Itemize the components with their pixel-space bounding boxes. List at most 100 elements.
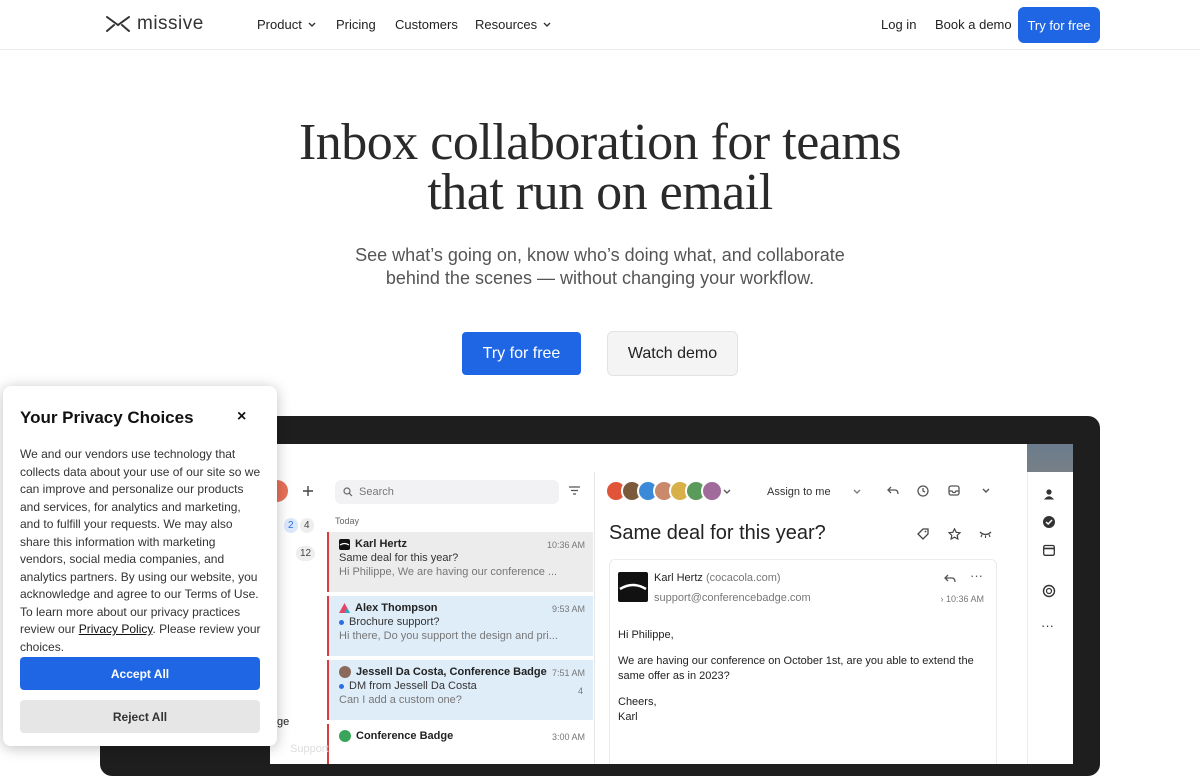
nav-pricing[interactable]: Pricing — [336, 17, 376, 32]
conversation-row[interactable]: Karl Hertz 10:36 AM Same deal for this y… — [327, 532, 593, 592]
sender-org: (cocacola.com) — [705, 572, 781, 584]
close-icon[interactable]: × — [237, 408, 246, 426]
message-signature: Karl — [618, 711, 638, 723]
clock-icon[interactable] — [917, 485, 929, 497]
conversation-row[interactable]: Jessell Da Costa, Conference Badge 7:51 … — [327, 660, 593, 720]
message-greeting: Hi Philippe, — [618, 629, 674, 641]
inbox-icon[interactable] — [948, 485, 960, 496]
hero-title-line1: Inbox collaboration for teams — [298, 114, 902, 171]
left-partial-label: Support — [290, 743, 329, 755]
privacy-policy-link[interactable]: Privacy Policy — [79, 622, 153, 636]
conference-badge-logo-icon — [618, 572, 648, 602]
chevron-down-icon — [308, 22, 316, 27]
chevron-down-icon[interactable] — [853, 489, 861, 495]
conversation-toolbar: Assign to me — [595, 472, 1027, 512]
row-preview: Hi there, Do you support the design and … — [339, 630, 558, 642]
avatar — [339, 666, 351, 678]
snooze-icon[interactable] — [979, 530, 992, 538]
nav-resources-label: Resources — [475, 17, 538, 32]
row-time: 7:51 AM — [551, 668, 585, 678]
book-demo-label: Book a demo — [935, 17, 1012, 32]
search-placeholder: Search — [359, 486, 394, 498]
nav-customers[interactable]: Customers — [395, 17, 458, 32]
search-input[interactable]: Search — [335, 480, 559, 504]
conversation-row[interactable]: Conference Badge 3:00 AM — [327, 724, 593, 764]
nav-resources[interactable]: Resources — [475, 17, 551, 32]
row-time: 10:36 AM — [546, 540, 585, 550]
nav-product-label: Product — [257, 17, 302, 32]
row-from: Jessell Da Costa, Conference Badge — [356, 666, 547, 678]
triangle-logo-icon — [339, 603, 350, 613]
message-time: › 10:36 AM — [940, 594, 984, 604]
message-sender: Karl Hertz (cocacola.com) — [654, 572, 781, 584]
privacy-title: Your Privacy Choices — [20, 408, 194, 427]
missive-logo-icon — [106, 16, 130, 32]
row-time: 3:00 AM — [551, 732, 585, 742]
count-badge: 2 — [284, 518, 298, 533]
row-from: Alex Thompson — [355, 602, 438, 614]
row-count: 4 — [577, 686, 583, 696]
login-link[interactable]: Log in — [881, 17, 916, 32]
hero-subtitle-line1: See what’s going on, know who’s doing wh… — [355, 245, 845, 265]
privacy-text-body: We and our vendors use technology that c… — [20, 447, 261, 636]
top-nav: missive Product Pricing Customers Resour… — [0, 0, 1200, 50]
message-body: Hi Philippe, We are having our conferenc… — [618, 628, 994, 725]
accept-all-button[interactable]: Accept All — [20, 657, 260, 690]
star-icon[interactable] — [948, 528, 961, 540]
conversation-row[interactable]: Alex Thompson 9:53 AM Brochure support? … — [327, 596, 593, 656]
hero-title: Inbox collaboration for teams that run o… — [0, 114, 1200, 221]
check-circle-icon[interactable] — [1043, 516, 1055, 528]
chevron-down-icon[interactable] — [982, 488, 990, 494]
assign-to-me-button[interactable]: Assign to me — [767, 486, 831, 498]
row-subject: Brochure support? — [349, 616, 440, 628]
hero-title-line2: that run on email — [427, 164, 773, 221]
hero-try-free-button[interactable]: Try for free — [462, 332, 581, 375]
logo-text: missive — [137, 13, 204, 34]
hero-subtitle-line2: behind the scenes — without changing you… — [385, 268, 815, 288]
sender-address: support@conferencebadge.com — [654, 592, 811, 604]
chevron-down-icon — [543, 22, 551, 27]
watch-demo-button[interactable]: Watch demo — [607, 331, 738, 376]
tag-icon[interactable] — [917, 528, 929, 540]
row-from: Karl Hertz — [355, 538, 407, 550]
privacy-dialog: Your Privacy Choices × We and our vendor… — [3, 386, 277, 746]
search-icon — [343, 487, 353, 497]
participant-avatars[interactable] — [605, 480, 723, 502]
more-icon[interactable]: ··· — [1041, 618, 1054, 633]
row-subject: Same deal for this year? — [339, 552, 459, 564]
hero-subtitle: See what’s going on, know who’s doing wh… — [0, 244, 1200, 290]
count-badge: 12 — [296, 546, 316, 561]
logo[interactable]: missive — [105, 13, 204, 35]
reply-icon[interactable] — [887, 486, 899, 496]
nav-try-free-button[interactable]: Try for free — [1018, 7, 1100, 43]
conversation-subject: Same deal for this year? — [609, 522, 826, 544]
plus-icon[interactable] — [303, 486, 313, 496]
left-partial-label: ge — [277, 716, 290, 728]
avatar — [339, 730, 351, 742]
message-card: Karl Hertz (cocacola.com) support@confer… — [609, 559, 997, 764]
sender-name: Karl Hertz — [654, 572, 703, 584]
chevron-down-icon[interactable] — [723, 489, 731, 495]
row-time: 9:53 AM — [551, 604, 585, 614]
contact-icon[interactable] — [1043, 488, 1055, 500]
reading-pane: Assign to me Same deal for this year? Ka… — [595, 472, 1027, 764]
openai-icon[interactable] — [1042, 584, 1056, 598]
nav-pricing-label: Pricing — [336, 17, 376, 32]
conference-badge-icon — [339, 538, 350, 550]
privacy-text: We and our vendors use technology that c… — [20, 446, 262, 656]
message-time-value: 10:36 AM — [945, 594, 984, 604]
filter-icon[interactable] — [569, 486, 580, 495]
reply-icon[interactable] — [944, 574, 956, 584]
reject-all-button[interactable]: Reject All — [20, 700, 260, 733]
nav-product[interactable]: Product — [257, 17, 316, 32]
avatar — [701, 480, 723, 502]
row-subject: DM from Jessell Da Costa — [349, 680, 477, 692]
calendar-icon[interactable] — [1043, 544, 1055, 556]
integrations-sidebar: ··· — [1027, 472, 1073, 764]
message-signoff: Cheers, — [618, 696, 657, 708]
unread-dot — [339, 619, 344, 625]
row-preview: Can I add a custom one? — [339, 694, 462, 706]
book-demo-link[interactable]: Book a demo — [935, 17, 1012, 32]
unread-dot — [339, 683, 344, 689]
more-icon[interactable]: ··· — [970, 568, 983, 583]
